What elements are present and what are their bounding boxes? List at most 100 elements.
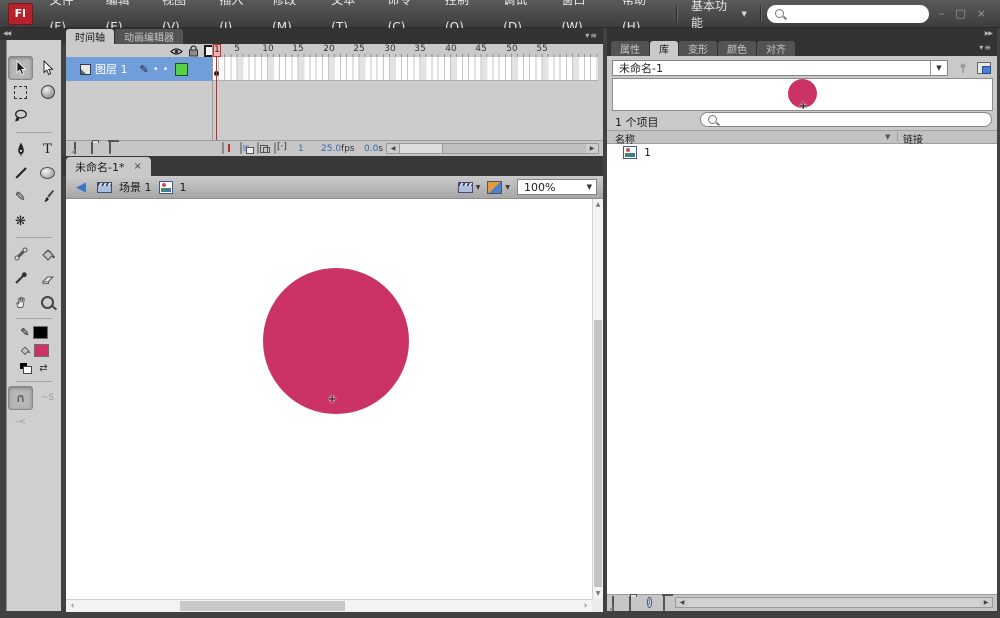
straighten-option[interactable]: -< xyxy=(8,410,33,434)
tab-align[interactable]: 对齐 xyxy=(757,41,795,56)
search-input[interactable] xyxy=(789,6,939,21)
tab-library[interactable]: 库 xyxy=(650,41,678,56)
panel-menu-icon[interactable]: ▾≡ xyxy=(979,43,992,52)
eraser-tool[interactable] xyxy=(35,266,60,290)
smooth-option[interactable]: ~S xyxy=(35,386,60,410)
hand-tool[interactable] xyxy=(8,290,33,314)
collapse-panel-icon[interactable]: ▶▶ xyxy=(985,30,993,37)
stage-vscroll-thumb[interactable] xyxy=(594,320,602,587)
bone-tool[interactable] xyxy=(8,242,33,266)
library-item-list[interactable]: 1 xyxy=(607,144,997,594)
lasso-tool[interactable] xyxy=(8,104,33,128)
library-search[interactable] xyxy=(700,112,992,127)
chevron-down-icon[interactable]: ▼ xyxy=(930,61,947,75)
eyedropper-tool[interactable] xyxy=(8,266,33,290)
lock-icon[interactable] xyxy=(188,45,199,57)
timeline-scrollbar[interactable]: ◀ ▶ xyxy=(386,143,599,154)
frame-rate-value[interactable]: 25.0fps xyxy=(321,144,355,154)
scroll-right-icon[interactable]: ▶ xyxy=(586,144,598,153)
scroll-right-icon[interactable]: ▶ xyxy=(980,598,992,607)
eye-icon[interactable] xyxy=(170,47,183,56)
column-divider[interactable] xyxy=(897,132,898,142)
deco-tool[interactable]: ❋ xyxy=(8,209,33,233)
timeline-scrollbar-thumb[interactable] xyxy=(399,144,443,153)
tab-transform[interactable]: 变形 xyxy=(679,41,717,56)
stage-hscroll-thumb[interactable] xyxy=(180,601,345,611)
right-panel-header[interactable]: ▶▶ xyxy=(607,28,997,40)
tab-timeline[interactable]: 时间轴 xyxy=(66,29,114,44)
new-symbol-button[interactable] xyxy=(612,596,614,611)
fill-color-control[interactable] xyxy=(19,341,49,359)
new-layer-button[interactable] xyxy=(74,142,76,154)
collapse-panel-icon[interactable]: ◀◀ xyxy=(3,30,11,37)
sort-caret-icon[interactable]: ▼ xyxy=(885,133,890,141)
library-document-select[interactable]: 未命名-1 ▼ xyxy=(612,60,948,76)
fill-color-swatch[interactable] xyxy=(34,343,49,357)
new-library-panel-button[interactable] xyxy=(977,62,991,74)
timeline-frames[interactable] xyxy=(213,57,598,81)
tab-motion-editor[interactable]: 动画编辑器 xyxy=(115,29,183,44)
scroll-left-icon[interactable]: ◀ xyxy=(387,144,399,153)
library-item-row[interactable]: 1 xyxy=(607,144,997,160)
stroke-color-control[interactable]: ✎ xyxy=(20,323,48,341)
timeline-ruler[interactable]: 5 10 15 20 25 30 35 40 45 50 55 xyxy=(213,44,598,57)
stage-horizontal-scrollbar[interactable]: ‹ › xyxy=(66,599,592,612)
current-frame-value[interactable]: 1 xyxy=(298,144,304,154)
snap-to-objects-toggle[interactable]: ∩ xyxy=(8,386,33,410)
free-transform-tool[interactable] xyxy=(8,80,33,104)
new-folder-button[interactable] xyxy=(629,596,631,611)
app-search[interactable] xyxy=(766,4,939,23)
onion-skin-outlines-button[interactable] xyxy=(257,142,259,154)
oval-tool[interactable] xyxy=(35,161,60,185)
delete-item-button[interactable] xyxy=(663,596,665,611)
edit-multiple-frames-button[interactable] xyxy=(274,142,276,154)
pen-tool[interactable] xyxy=(8,137,33,161)
minimize-button[interactable]: – xyxy=(939,7,945,20)
library-search-input[interactable] xyxy=(722,113,984,126)
layer-visible-dot[interactable]: • xyxy=(153,64,159,75)
playhead[interactable]: 1 xyxy=(213,44,221,57)
timeline-scrollbar-track[interactable] xyxy=(443,144,586,153)
workspace-switcher[interactable]: 基本功能 ▼ xyxy=(683,0,755,31)
layer-lock-dot[interactable]: • xyxy=(163,64,169,75)
document-tab[interactable]: 未命名-1* × xyxy=(66,157,151,176)
scroll-left-icon[interactable]: ‹ xyxy=(66,600,79,612)
pin-library-button[interactable] xyxy=(957,62,969,77)
text-tool[interactable]: T xyxy=(35,137,60,161)
3d-rotation-tool[interactable] xyxy=(35,80,60,104)
tab-color[interactable]: 颜色 xyxy=(718,41,756,56)
close-button[interactable]: × xyxy=(977,7,986,20)
panel-menu-icon[interactable]: ▾≡ xyxy=(585,31,598,40)
layer-frames-divider[interactable] xyxy=(212,44,213,140)
maximize-button[interactable]: □ xyxy=(955,7,965,20)
paint-bucket-tool[interactable] xyxy=(35,242,60,266)
scroll-up-icon[interactable]: ▲ xyxy=(593,199,603,210)
breadcrumb-scene[interactable]: 场景 1 xyxy=(119,179,152,195)
swap-colors-icon[interactable]: ⇄ xyxy=(39,363,47,374)
scroll-left-icon[interactable]: ◀ xyxy=(676,598,688,607)
edit-symbol-button[interactable] xyxy=(487,180,503,194)
delete-layer-button[interactable] xyxy=(109,142,111,154)
subselection-tool[interactable] xyxy=(35,56,60,80)
new-folder-button[interactable] xyxy=(91,142,93,154)
library-scrollbar-track[interactable] xyxy=(688,598,980,607)
elapsed-time-value[interactable]: 0.0s xyxy=(364,144,383,154)
item-properties-button[interactable]: i xyxy=(647,595,652,608)
stage-vertical-scrollbar[interactable]: ▲ ▼ xyxy=(592,199,603,599)
close-icon[interactable]: × xyxy=(133,161,141,172)
line-tool[interactable] xyxy=(8,161,33,185)
library-scrollbar[interactable]: ◀ ▶ xyxy=(675,597,993,608)
scroll-down-icon[interactable]: ▼ xyxy=(593,588,603,599)
center-frame-button[interactable] xyxy=(222,142,224,154)
scroll-right-icon[interactable]: › xyxy=(579,600,592,612)
back-arrow-icon[interactable]: ◀ xyxy=(76,180,86,195)
tools-panel-header[interactable]: ◀◀ xyxy=(0,28,62,40)
brush-tool[interactable] xyxy=(35,185,60,209)
stroke-color-swatch[interactable] xyxy=(32,325,48,339)
stage-circle-shape[interactable] xyxy=(263,268,409,414)
selection-tool[interactable] xyxy=(8,56,33,80)
layer-outline-color-swatch[interactable] xyxy=(174,62,188,76)
tab-properties[interactable]: 属性 xyxy=(611,41,649,56)
edit-scene-button[interactable] xyxy=(457,181,473,193)
layer-row[interactable]: 图层 1 ✎ • • xyxy=(66,57,213,81)
